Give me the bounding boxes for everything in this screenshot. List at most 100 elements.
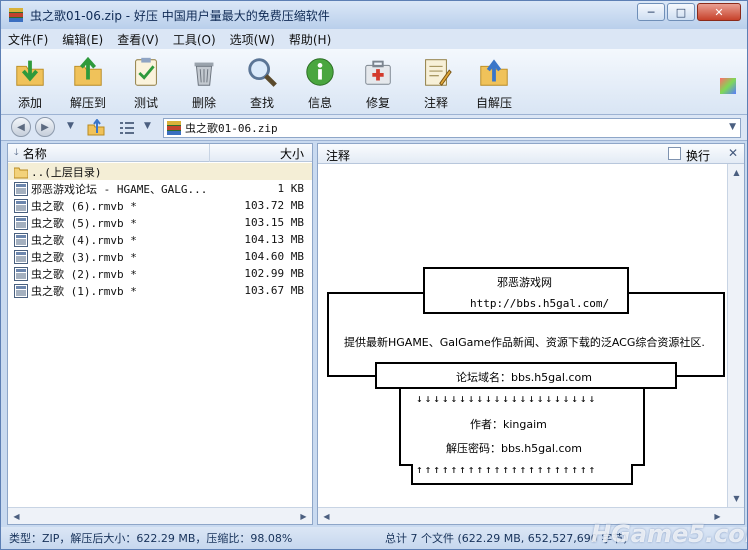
down-arrows-row: ↓↓↓↓↓↓↓↓↓↓↓↓↓↓↓↓↓↓↓↓↓ (416, 392, 598, 405)
file-name: 虫之歌 (2).rmvb * (31, 267, 137, 281)
delete-label: 删除 (191, 96, 216, 110)
archive-info: 类型：ZIP，解压后大小：622.29 MB，压缩比：98.08% (9, 532, 293, 545)
file-row[interactable]: 邪恶游戏论坛 - HGAME、GALG... 1 KB (8, 180, 312, 197)
comment-header: 注释 换行 ✕ (318, 144, 744, 164)
sfx-button[interactable]: 自解压 (465, 49, 523, 111)
file-list-pane: 🡓 名称 大小 ..(上层目录) 邪恶游戏论坛 - HGAME、GALG... … (7, 143, 313, 525)
skin-grid-icon[interactable] (719, 77, 737, 95)
zip-file-icon (167, 121, 181, 135)
menu-tools[interactable]: 工具(O) (166, 31, 223, 48)
maximize-button[interactable]: □ (667, 3, 695, 21)
menu-view[interactable]: 查看(V) (110, 31, 166, 48)
toolbar: 添加 解压到 测试 删除 查找 信息 修复 注释 自解压 (1, 49, 747, 115)
file-rows: ..(上层目录) 邪恶游戏论坛 - HGAME、GALG... 1 KB 虫之歌… (8, 163, 312, 299)
forward-button[interactable]: ▶ (35, 117, 55, 137)
repair-label: 修复 (365, 96, 390, 110)
menu-bar: 文件(F) 编辑(E) 查看(V) 工具(O) 选项(W) 帮助(H) (1, 29, 747, 49)
wrap-checkbox[interactable] (668, 147, 681, 160)
wrap-label: 换行 (686, 149, 711, 163)
close-comment-icon[interactable]: ✕ (728, 146, 738, 160)
comment-label: 注释 (423, 96, 448, 110)
file-size: 103.15 MB (244, 216, 304, 229)
file-list-hscrollbar[interactable]: ◀ ▶ (8, 507, 312, 524)
menu-options[interactable]: 选项(W) (223, 31, 282, 48)
forum-domain: 论坛域名：bbs.h5gal.com (456, 371, 592, 384)
delete-button[interactable]: 删除 (175, 49, 233, 111)
author-line: 作者：kingaim (470, 418, 547, 431)
archive-app-icon (9, 8, 23, 22)
scroll-left-icon[interactable]: ◀ (320, 510, 333, 522)
file-row[interactable]: 虫之歌 (6).rmvb * 103.72 MB (8, 197, 312, 214)
find-icon (248, 58, 277, 87)
view-mode-icon[interactable] (119, 121, 135, 135)
extract-button[interactable]: 解压到 (59, 49, 117, 111)
file-icon (14, 198, 28, 213)
app-window: 虫之歌01-06.zip - 好压 中国用户量最大的免费压缩软件 ─ □ ✕ 文… (0, 0, 748, 550)
file-size: 104.13 MB (244, 233, 304, 246)
comment-icon (425, 59, 452, 86)
site-url: http://bbs.h5gal.com/ (470, 297, 610, 310)
scroll-down-icon[interactable]: ▼ (730, 492, 743, 504)
extract-label: 解压到 (69, 96, 106, 110)
up-arrows-row: ↑↑↑↑↑↑↑↑↑↑↑↑↑↑↑↑↑↑↑↑↑ (416, 463, 598, 476)
menu-help[interactable]: 帮助(H) (282, 31, 338, 48)
test-icon (135, 57, 157, 86)
file-name: 虫之歌 (4).rmvb * (31, 233, 137, 247)
file-row[interactable]: 虫之歌 (5).rmvb * 103.15 MB (8, 214, 312, 231)
comment-button[interactable]: 注释 (407, 49, 465, 111)
parent-dir-row[interactable]: ..(上层目录) (8, 163, 312, 180)
info-icon (306, 58, 334, 86)
scroll-right-icon[interactable]: ▶ (297, 510, 310, 522)
scroll-left-icon[interactable]: ◀ (10, 510, 23, 522)
site-description: 提供最新HGAME、GalGame作品新闻、资源下载的泛ACG综合资源社区. (344, 336, 705, 349)
add-icon (16, 60, 44, 86)
add-button[interactable]: 添加 (1, 49, 59, 111)
test-button[interactable]: 测试 (117, 49, 175, 111)
find-button[interactable]: 查找 (233, 49, 291, 111)
title-bar[interactable]: 虫之歌01-06.zip - 好压 中国用户量最大的免费压缩软件 ─ □ ✕ (1, 1, 747, 29)
add-label: 添加 (17, 96, 42, 110)
file-icon (14, 181, 28, 196)
file-row[interactable]: 虫之歌 (1).rmvb * 103.67 MB (8, 282, 312, 299)
sfx-icon (480, 59, 508, 86)
file-name: ..(上层目录) (31, 165, 102, 179)
password-line: 解压密码：bbs.h5gal.com (446, 442, 582, 455)
site-name: 邪恶游戏网 (497, 276, 552, 289)
window-title: 虫之歌01-06.zip - 好压 中国用户量最大的免费压缩软件 (30, 8, 330, 23)
file-row[interactable]: 虫之歌 (4).rmvb * 104.13 MB (8, 231, 312, 248)
comment-title: 注释 (326, 149, 351, 163)
back-button[interactable]: ◀ (11, 117, 31, 137)
comment-vscrollbar[interactable]: ▲ ▼ (727, 164, 744, 508)
sort-down-icon: 🡓 (14, 148, 19, 158)
up-folder-icon[interactable] (87, 119, 105, 137)
scroll-up-icon[interactable]: ▲ (730, 166, 743, 178)
history-dropdown-icon[interactable]: ▼ (67, 121, 74, 131)
comment-pane: 注释 换行 ✕ 邪恶游戏网 http://bbs.h5gal.com/ 提供最新… (317, 143, 745, 525)
file-name: 邪恶游戏论坛 - HGAME、GALG... (31, 182, 208, 196)
file-icon (14, 232, 28, 247)
file-row[interactable]: 虫之歌 (2).rmvb * 102.99 MB (8, 265, 312, 282)
size-column-header[interactable]: 大小 (210, 144, 312, 162)
info-button[interactable]: 信息 (291, 49, 349, 111)
file-icon (14, 215, 28, 230)
find-label: 查找 (249, 96, 274, 110)
file-icon (14, 283, 28, 298)
name-column-header[interactable]: 🡓 名称 (8, 144, 210, 162)
minimize-button[interactable]: ─ (637, 3, 665, 21)
address-dropdown-icon[interactable]: ▼ (729, 122, 736, 132)
file-name: 虫之歌 (5).rmvb * (31, 216, 137, 230)
menu-file[interactable]: 文件(F) (1, 31, 55, 48)
file-row[interactable]: 虫之歌 (3).rmvb * 104.60 MB (8, 248, 312, 265)
address-field[interactable]: 虫之歌01-06.zip ▼ (163, 118, 741, 138)
file-size: 102.99 MB (244, 267, 304, 280)
name-column-label: 名称 (22, 146, 47, 161)
repair-button[interactable]: 修复 (349, 49, 407, 111)
address-path: 虫之歌01-06.zip (185, 122, 278, 135)
menu-edit[interactable]: 编辑(E) (55, 31, 110, 48)
view-mode-dropdown-icon[interactable]: ▼ (144, 121, 151, 131)
folder-icon (14, 167, 28, 178)
file-size: 103.72 MB (244, 199, 304, 212)
close-button[interactable]: ✕ (697, 3, 741, 21)
test-label: 测试 (133, 96, 158, 110)
file-list-header: 🡓 名称 大小 (8, 144, 312, 162)
